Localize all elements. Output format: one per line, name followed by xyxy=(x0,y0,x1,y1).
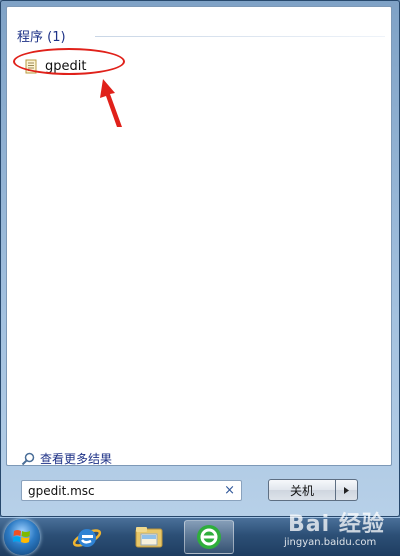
chevron-right-icon xyxy=(344,486,349,494)
start-button[interactable] xyxy=(4,519,40,555)
group-divider xyxy=(95,36,385,37)
search-box[interactable]: × xyxy=(21,480,242,501)
taskbar-explorer-button[interactable] xyxy=(124,520,174,554)
start-menu: 程序 (1) gpedit 查看更多结果 gpedit.msc × 关机 xyxy=(0,0,400,517)
taskbar-ie-button[interactable] xyxy=(62,520,112,554)
screen: 程序 (1) gpedit 查看更多结果 gpedit.msc × 关机 Bai… xyxy=(0,0,400,556)
see-more-results-link[interactable]: 查看更多结果 xyxy=(21,450,112,467)
magnifier-icon xyxy=(21,452,35,465)
document-icon xyxy=(25,59,37,73)
clear-search-icon[interactable]: × xyxy=(224,483,235,499)
search-input[interactable] xyxy=(22,481,218,500)
search-results-pane: 程序 (1) gpedit 查看更多结果 xyxy=(6,6,392,466)
shutdown-options-button[interactable] xyxy=(336,479,358,501)
shutdown-button[interactable]: 关机 xyxy=(268,479,336,501)
ie-icon xyxy=(72,529,102,547)
result-item-label: gpedit xyxy=(45,58,87,74)
programs-group-header: 程序 (1) xyxy=(17,30,66,45)
taskbar-browser-button[interactable] xyxy=(184,520,234,554)
taskbar xyxy=(0,517,400,556)
browser-icon xyxy=(197,525,221,549)
windows-logo-icon xyxy=(13,530,30,543)
result-item-gpedit[interactable]: gpedit xyxy=(25,56,125,76)
folder-icon xyxy=(135,527,163,548)
see-more-results-label: 查看更多结果 xyxy=(40,452,113,466)
shutdown-group: 关机 xyxy=(268,479,358,501)
